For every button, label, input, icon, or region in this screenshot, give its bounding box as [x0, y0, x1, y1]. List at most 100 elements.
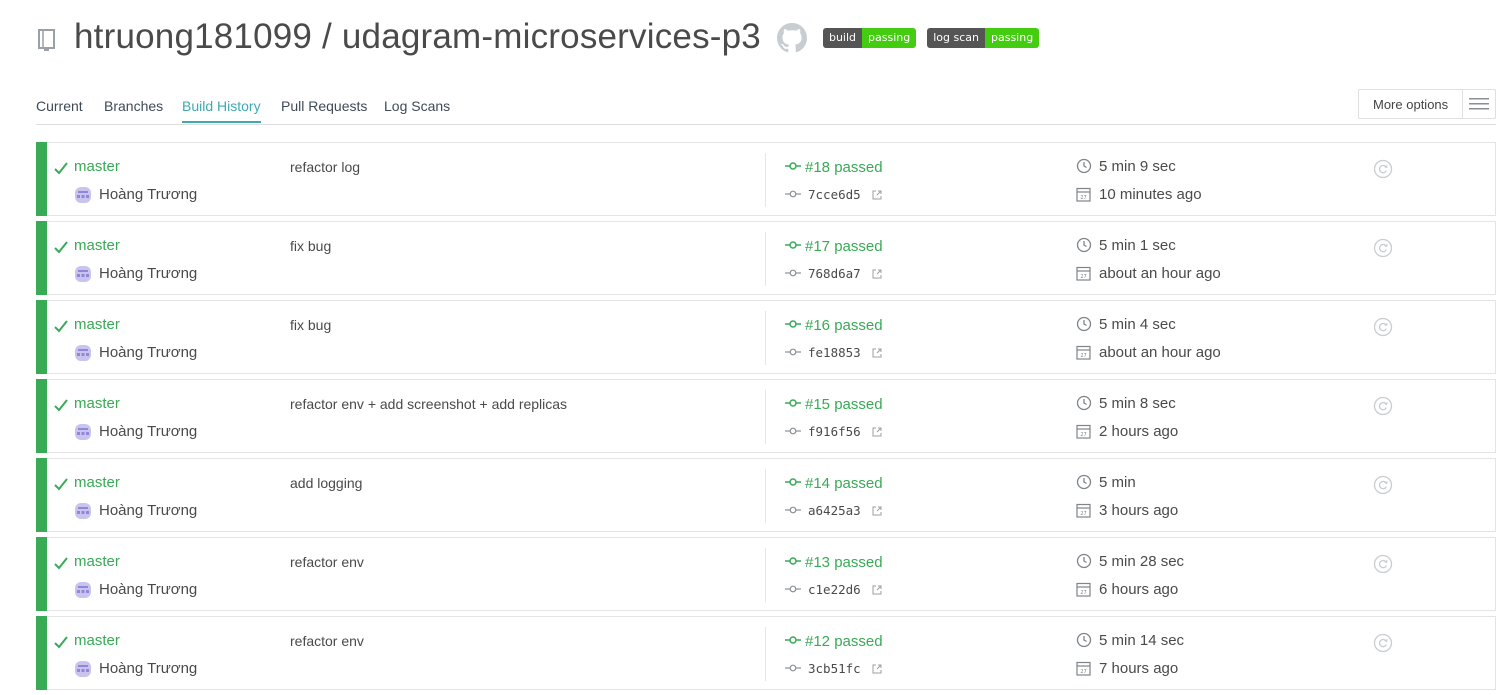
restart-build-icon[interactable] [1373, 396, 1393, 416]
svg-text:27: 27 [1080, 195, 1086, 201]
build-duration: 5 min 4 sec [1099, 316, 1176, 333]
external-link-icon[interactable] [872, 427, 882, 437]
tab-build-history[interactable]: Build History [182, 98, 261, 123]
tab-log-scans[interactable]: Log Scans [384, 98, 450, 114]
commit-sha[interactable]: c1e22d6 [808, 582, 861, 597]
svg-text:27: 27 [1080, 590, 1086, 596]
branch-name[interactable]: master [74, 158, 120, 175]
commit-sha[interactable]: f916f56 [808, 424, 861, 439]
external-link-icon[interactable] [872, 269, 882, 279]
clock-icon [1076, 237, 1092, 253]
commit-message[interactable]: refactor env + add screenshot + add repl… [290, 396, 567, 412]
github-icon[interactable] [776, 23, 807, 53]
build-row[interactable]: master Hoàng Trương fix bug #16 passed f… [36, 300, 1496, 374]
calendar-icon: 27 [1076, 345, 1091, 360]
repo-icon [38, 29, 55, 51]
svg-text:27: 27 [1080, 353, 1086, 359]
build-number[interactable]: #15 passed [805, 396, 883, 413]
build-row[interactable]: master Hoàng Trương refactor env + add s… [36, 379, 1496, 453]
check-icon [54, 162, 68, 175]
commit-message[interactable]: fix bug [290, 317, 331, 333]
build-duration: 5 min 28 sec [1099, 553, 1185, 570]
tab-current[interactable]: Current [36, 98, 83, 114]
commit-message[interactable]: refactor log [290, 159, 360, 175]
svg-text:27: 27 [1080, 669, 1086, 675]
external-link-icon[interactable] [872, 506, 882, 516]
build-row[interactable]: master Hoàng Trương refactor env #12 pas… [36, 616, 1496, 690]
avatar [75, 345, 91, 361]
build-number[interactable]: #14 passed [805, 475, 883, 492]
build-finished-time: about an hour ago [1099, 265, 1221, 282]
commit-message[interactable]: add logging [290, 475, 362, 491]
commit-sha[interactable]: fe18853 [808, 345, 861, 360]
commit-sha[interactable]: a6425a3 [808, 503, 861, 518]
restart-build-icon[interactable] [1373, 238, 1393, 258]
svg-text:27: 27 [1080, 274, 1086, 280]
build-number[interactable]: #12 passed [805, 633, 883, 650]
restart-build-icon[interactable] [1373, 159, 1393, 179]
avatar [75, 582, 91, 598]
branch-name[interactable]: master [74, 395, 120, 412]
tab-pull-requests[interactable]: Pull Requests [281, 98, 367, 114]
clock-icon [1076, 632, 1092, 648]
branch-name[interactable]: master [74, 553, 120, 570]
external-link-icon[interactable] [872, 664, 882, 674]
clock-icon [1076, 316, 1092, 332]
build-row[interactable]: master Hoàng Trương add logging #14 pass… [36, 458, 1496, 532]
build-duration: 5 min 14 sec [1099, 632, 1185, 649]
clock-icon [1076, 474, 1092, 490]
build-duration: 5 min 8 sec [1099, 395, 1176, 412]
build-number[interactable]: #17 passed [805, 238, 883, 255]
badge-status: passing [862, 28, 917, 48]
branch-name[interactable]: master [74, 632, 120, 649]
divider [765, 548, 766, 602]
build-row[interactable]: master Hoàng Trương refactor log #18 pas… [36, 142, 1496, 216]
divider [765, 469, 766, 523]
build-number[interactable]: #18 passed [805, 159, 883, 176]
repo-title[interactable]: htruong181099 / udagram-microservices-p3 [74, 17, 761, 57]
external-link-icon[interactable] [872, 348, 882, 358]
commit-author: Hoàng Trương [99, 502, 198, 519]
svg-text:27: 27 [1080, 432, 1086, 438]
commit-icon [785, 269, 801, 277]
commit-message[interactable]: refactor env [290, 633, 364, 649]
restart-build-icon[interactable] [1373, 633, 1393, 653]
divider [765, 232, 766, 286]
badge-status: passing [985, 28, 1040, 48]
badge-label: build [822, 28, 863, 48]
build-row[interactable]: master Hoàng Trương fix bug #17 passed 7… [36, 221, 1496, 295]
more-options-button[interactable]: More options [1358, 89, 1496, 119]
commit-sha[interactable]: 768d6a7 [808, 266, 861, 281]
commit-message[interactable]: refactor env [290, 554, 364, 570]
branch-name[interactable]: master [74, 316, 120, 333]
commit-message[interactable]: fix bug [290, 238, 331, 254]
build-number[interactable]: #13 passed [805, 554, 883, 571]
commit-author: Hoàng Trương [99, 265, 198, 282]
clock-icon [1076, 395, 1092, 411]
status-stripe [36, 616, 47, 690]
avatar [75, 661, 91, 677]
branch-name[interactable]: master [74, 237, 120, 254]
tab-branches[interactable]: Branches [104, 98, 163, 114]
commit-icon [785, 348, 801, 356]
commit-sha[interactable]: 3cb51fc [808, 661, 861, 676]
restart-build-icon[interactable] [1373, 317, 1393, 337]
build-row[interactable]: master Hoàng Trương refactor env #13 pas… [36, 537, 1496, 611]
log-scan-badge[interactable]: log scan passing [927, 28, 1040, 48]
check-icon [54, 478, 68, 491]
build-history-list: master Hoàng Trương refactor log #18 pas… [36, 142, 1496, 695]
commit-sha[interactable]: 7cce6d5 [808, 187, 861, 202]
restart-build-icon[interactable] [1373, 554, 1393, 574]
status-stripe [36, 221, 47, 295]
build-commit-icon [785, 478, 801, 486]
build-number[interactable]: #16 passed [805, 317, 883, 334]
build-commit-icon [785, 636, 801, 644]
external-link-icon[interactable] [872, 190, 882, 200]
build-status-badge[interactable]: build passing [822, 28, 917, 48]
status-stripe [36, 142, 47, 216]
build-duration: 5 min 9 sec [1099, 158, 1176, 175]
branch-name[interactable]: master [74, 474, 120, 491]
commit-icon [785, 506, 801, 514]
external-link-icon[interactable] [872, 585, 882, 595]
restart-build-icon[interactable] [1373, 475, 1393, 495]
